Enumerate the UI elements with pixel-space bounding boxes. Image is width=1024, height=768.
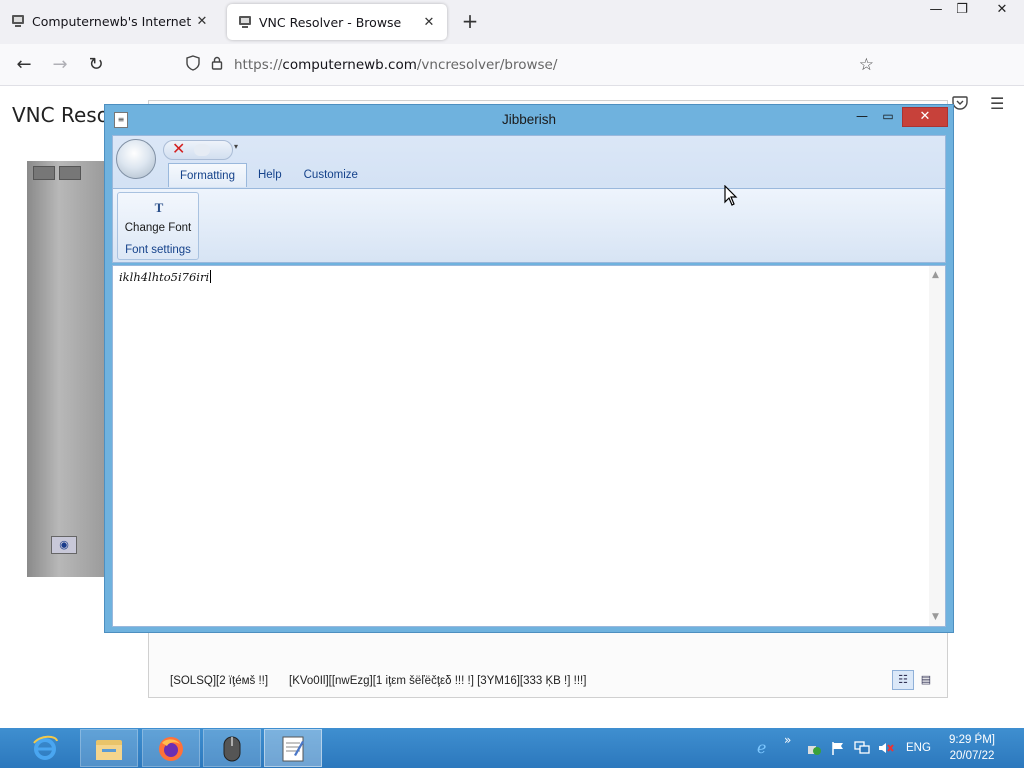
vnc-disc-icon: ◉	[51, 536, 77, 554]
clock-date: 20/07/22	[949, 750, 995, 762]
notepad-taskbar-icon[interactable]	[264, 729, 322, 767]
tab-title: Computernewb's Internet Pub	[32, 13, 194, 29]
dialog-maximize-button[interactable]: ▭	[875, 107, 901, 127]
vnc-window-thumb	[33, 166, 55, 180]
internet-explorer-icon[interactable]	[16, 729, 74, 767]
tray-overflow-icon[interactable]: »	[784, 720, 791, 760]
tab-help[interactable]: Help	[247, 163, 293, 187]
input-language-indicator[interactable]: ENG	[906, 728, 931, 768]
lock-icon[interactable]	[206, 56, 228, 74]
tray-volume-muted-icon[interactable]	[877, 728, 895, 768]
ribbon: ✕ ▾ Formatting Help Customize T Change F…	[112, 135, 946, 263]
status-items-count: [SOLSQ][2 ïţéмš !!]	[170, 675, 269, 687]
dialog-title-bar[interactable]: ≡ Jibberish — ▭ ✕	[105, 105, 953, 135]
hamburger-menu-icon[interactable]: ☰	[990, 94, 1004, 113]
tab-title: VNC Resolver - Browse	[259, 14, 402, 30]
vnc-window-thumb	[59, 166, 81, 180]
url-host: computernewb.com	[282, 57, 417, 73]
taskbar: ℯ » ENG 9:29 ṔM] 20/07/22	[0, 728, 1024, 768]
ribbon-tabs: Formatting Help Customize	[168, 163, 369, 187]
vertical-scrollbar[interactable]: ▲ ▼	[929, 266, 945, 626]
computer-favicon-icon	[10, 13, 26, 29]
url-text[interactable]: https://computernewb.com/vncresolver/bro…	[234, 57, 557, 73]
remote-status-bar: [SOLSQ][2 ïţéмš !!] [KVo0Il][[nwEzg][1 i…	[155, 665, 941, 695]
firefox-icon[interactable]	[142, 729, 200, 767]
tab-close-icon[interactable]: ✕	[421, 15, 437, 30]
navigation-bar: ← → ↻ https://computernewb.com/vncresolv…	[0, 44, 1024, 113]
dialog-minimize-button[interactable]: —	[849, 107, 875, 127]
bookmark-star-icon[interactable]: ☆	[859, 55, 874, 75]
status-selection: [KVo0Il][[nwEzg][1 iţεm šëľëčţεδ !!! !] …	[289, 675, 587, 687]
url-prefix: https://	[234, 57, 283, 73]
forward-button[interactable]: →	[46, 52, 74, 78]
tab-formatting[interactable]: Formatting	[168, 163, 247, 187]
dialog-title: Jibberish	[501, 112, 557, 127]
editor-content[interactable]: iklh4lhto5i76iri	[119, 270, 211, 284]
dialog-close-button[interactable]: ✕	[902, 107, 948, 127]
vnc-screenshot: ◉	[27, 161, 107, 577]
qat-close-icon[interactable]: ✕	[172, 139, 185, 158]
tray-security-icon[interactable]	[806, 728, 822, 768]
ribbon-panel: T Change Font Font settings	[113, 188, 945, 262]
font-settings-group: T Change Font Font settings	[117, 192, 199, 260]
scroll-down-icon[interactable]: ▼	[932, 612, 939, 622]
tab-close-icon[interactable]: ✕	[194, 14, 210, 29]
close-window-button[interactable]: ✕	[986, 0, 1018, 22]
group-label: Font settings	[125, 244, 191, 256]
quick-access-toolbar: ✕	[163, 139, 233, 160]
tray-network-icon[interactable]	[853, 728, 871, 768]
qat-dropdown-icon[interactable]: ▾	[234, 142, 238, 151]
tab-strip: Computernewb's Internet Pub ✕ VNC Resolv…	[0, 0, 1024, 44]
mouse-cursor-icon	[724, 185, 738, 206]
tab-vnc-resolver[interactable]: VNC Resolver - Browse ✕	[227, 4, 447, 40]
application-menu-orb[interactable]	[116, 139, 156, 179]
system-clock[interactable]: 9:29 ṔM] 20/07/22	[944, 732, 1000, 764]
restore-button[interactable]: ❐	[946, 0, 978, 22]
computer-favicon-icon	[237, 14, 253, 30]
text-editor[interactable]: iklh4lhto5i76iri ▲ ▼	[112, 265, 946, 627]
file-explorer-icon[interactable]	[80, 729, 138, 767]
qat-button[interactable]	[194, 144, 210, 156]
url-bar[interactable]: https://computernewb.com/vncresolver/bro…	[180, 49, 880, 81]
large-icons-view-icon[interactable]: ▤	[915, 670, 937, 690]
font-icon: T	[154, 200, 164, 215]
tab-customize[interactable]: Customize	[293, 163, 369, 187]
clock-time: 9:29 ṔM]	[948, 734, 996, 746]
tray-internet-explorer-icon[interactable]: ℯ	[757, 728, 766, 768]
tab-internet-pub[interactable]: Computernewb's Internet Pub ✕	[0, 0, 220, 42]
reload-button[interactable]: ↻	[82, 52, 110, 78]
url-path: /vncresolver/browse/	[416, 57, 558, 73]
scroll-up-icon[interactable]: ▲	[932, 270, 939, 280]
page-title: VNC Resol	[12, 103, 115, 127]
details-view-icon[interactable]: ☷	[892, 670, 914, 690]
tray-flag-icon[interactable]	[830, 728, 846, 768]
shield-icon[interactable]	[180, 55, 206, 75]
change-font-button[interactable]: Change Font	[118, 221, 198, 237]
pocket-icon[interactable]	[952, 96, 968, 114]
back-button[interactable]: ←	[10, 52, 38, 78]
new-tab-button[interactable]: +	[458, 10, 482, 34]
jibberish-window: ≡ Jibberish — ▭ ✕ ✕ ▾ Formatting Help Cu…	[104, 104, 954, 633]
mouse-app-icon[interactable]	[203, 729, 261, 767]
